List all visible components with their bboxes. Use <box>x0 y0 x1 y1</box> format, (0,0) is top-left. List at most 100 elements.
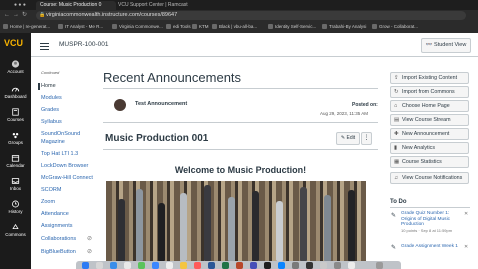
finder-icon[interactable] <box>82 262 89 269</box>
zoom-icon[interactable] <box>278 262 285 269</box>
logic-icon[interactable] <box>306 262 313 269</box>
global-nav-label: Courses <box>7 117 24 122</box>
back-icon[interactable]: ← <box>4 11 10 20</box>
breadcrumb[interactable]: MUSPR-100-001 <box>59 41 109 48</box>
excel-icon[interactable] <box>222 262 229 269</box>
global-nav-groups[interactable]: Groups <box>0 131 31 145</box>
course-nav-modules[interactable]: Modules <box>41 95 62 102</box>
app-icon[interactable] <box>320 262 327 269</box>
launchpad-icon[interactable] <box>96 262 103 269</box>
recent-announcements-title: Recent Announcements <box>103 70 242 85</box>
course-nav-syllabus[interactable]: Syllabus <box>41 119 62 126</box>
global-nav-label: History <box>8 209 23 214</box>
course-nav-soundonsound-2[interactable]: Magazine <box>41 139 65 146</box>
course-nav-assignments[interactable]: Assignments <box>41 223 73 230</box>
terminal-icon[interactable] <box>264 262 271 269</box>
visibility-icon[interactable]: ⊘ <box>87 248 92 255</box>
choose-home-page-button[interactable]: ⌂ Choose Home Page <box>390 100 469 112</box>
course-nav-attendance[interactable]: Attendance <box>41 211 69 218</box>
window-controls[interactable]: ● ● ● <box>14 1 26 10</box>
bookmark[interactable]: Identity Self-Servic... <box>268 21 316 32</box>
global-nav-commons[interactable]: Commons <box>0 223 31 237</box>
reload-icon[interactable]: ↻ <box>22 11 27 20</box>
course-nav-scorm[interactable]: SCORM <box>41 187 61 194</box>
tab-course[interactable]: Course: Music Production 0 <box>36 1 116 10</box>
music-icon[interactable] <box>194 262 201 269</box>
global-nav-label: Dashboard <box>4 94 27 99</box>
course-nav-soundonsound[interactable]: SoundOnSound <box>41 131 80 138</box>
button-label: View Course Stream <box>402 117 451 123</box>
calendar-icon <box>11 155 20 162</box>
app-icon[interactable] <box>334 262 341 269</box>
bookmark[interactable]: edi Tools <box>166 21 191 32</box>
bookmark[interactable]: Virginia Commonwe... <box>112 21 163 32</box>
powerpoint-icon[interactable] <box>236 262 243 269</box>
global-nav-account[interactable]: Account <box>0 60 31 74</box>
more-options-button[interactable]: ⋮ <box>361 132 372 145</box>
posted-label: Posted on: <box>352 102 378 108</box>
course-nav-tophat[interactable]: Top Hat LTI 1.3 <box>41 151 78 158</box>
bookmark[interactable]: Grow - Collaborat... <box>372 21 418 32</box>
downloads-icon[interactable] <box>348 262 355 269</box>
mail-icon[interactable] <box>152 262 159 269</box>
global-nav-dashboard[interactable]: Dashboard <box>0 85 31 99</box>
bookmark[interactable]: IT Analyst - Me R... <box>58 21 103 32</box>
view-course-notifications-button[interactable]: ♫ View Course Notifications <box>390 172 469 184</box>
bookmark[interactable]: Trabahi-By Analysi <box>322 21 366 32</box>
course-nav-zoom[interactable]: Zoom <box>41 199 55 206</box>
import-from-commons-button[interactable]: ↻ Import from Commons <box>390 86 469 98</box>
messages-icon[interactable] <box>138 262 145 269</box>
divider <box>390 207 470 208</box>
bookmark[interactable]: KTM <box>192 21 209 32</box>
course-nav-grades[interactable]: Grades <box>41 107 59 114</box>
bookmarks-bar: Home | re-generat... IT Analyst - Me R..… <box>0 21 478 32</box>
trash-icon[interactable] <box>376 262 383 269</box>
student-view-button[interactable]: 👓 Student View <box>421 38 471 53</box>
new-announcement-button[interactable]: ✚ New Announcement <box>390 128 469 140</box>
bookmark[interactable]: Black | vbu-all-ba... <box>212 21 257 32</box>
bell-icon: ♫ <box>394 175 399 181</box>
groups-icon <box>12 133 19 139</box>
chrome-icon[interactable] <box>124 262 131 269</box>
global-nav-inbox[interactable]: Inbox <box>0 177 31 191</box>
safari-icon[interactable] <box>110 262 117 269</box>
import-existing-content-button[interactable]: ⇪ Import Existing Content <box>390 72 469 84</box>
word-icon[interactable] <box>208 262 215 269</box>
hamburger-menu-icon[interactable] <box>40 41 49 52</box>
global-nav-label: Groups <box>8 140 23 145</box>
teams-icon[interactable] <box>250 262 257 269</box>
avatar[interactable] <box>114 99 126 111</box>
assignment-icon: ✎ <box>391 245 397 251</box>
tab-support[interactable]: VCU Support Center | Ramcast <box>118 1 190 10</box>
vcu-logo[interactable]: VCU <box>4 38 23 48</box>
close-icon[interactable]: ✕ <box>464 244 468 250</box>
url-text: virginiacommonwealth.instructure.com/cou… <box>46 12 178 18</box>
notes-icon[interactable] <box>180 262 187 269</box>
course-statistics-button[interactable]: ▦ Course Statistics <box>390 156 469 168</box>
global-nav-history[interactable]: History <box>0 200 31 214</box>
announcement-title-link[interactable]: Test Announcement <box>135 101 187 107</box>
course-nav-bigbluebutton[interactable]: BigBlueButton <box>41 249 76 256</box>
quiz-icon: ✎ <box>391 213 397 219</box>
global-nav-courses[interactable]: Courses <box>0 108 31 122</box>
todo-item[interactable]: Grade Assignment Week 1 <box>401 244 461 250</box>
visibility-icon[interactable]: ⊘ <box>87 235 92 242</box>
bookmark[interactable]: Home | re-generat... <box>3 21 50 32</box>
course-nav-lockdown[interactable]: LockDown Browser <box>41 163 88 170</box>
button-label: Choose Home Page <box>402 103 450 109</box>
address-bar[interactable]: 🔒 virginiacommonwealth.instructure.com/c… <box>36 11 466 20</box>
global-nav-calendar[interactable]: Calendar <box>0 154 31 168</box>
view-course-stream-button[interactable]: ▤ View Course Stream <box>390 114 469 126</box>
close-icon[interactable]: ✕ <box>464 211 468 217</box>
calendar-icon[interactable] <box>166 262 173 269</box>
new-analytics-button[interactable]: ▮ New Analytics <box>390 142 469 154</box>
course-nav-home[interactable]: Home <box>38 83 56 90</box>
edit-button[interactable]: ✎ Edit <box>336 132 360 145</box>
settings-icon[interactable] <box>292 262 299 269</box>
student-view-icon: 👓 <box>425 42 435 48</box>
global-nav-label: Account <box>7 69 24 74</box>
course-nav-mcgraw[interactable]: McGraw-Hill Connect <box>41 175 93 182</box>
forward-icon[interactable]: → <box>13 11 19 20</box>
course-nav-collaborations[interactable]: Collaborations <box>41 236 76 243</box>
todo-item[interactable]: Grade Quiz Number 1: Origins of Digital … <box>401 211 461 233</box>
